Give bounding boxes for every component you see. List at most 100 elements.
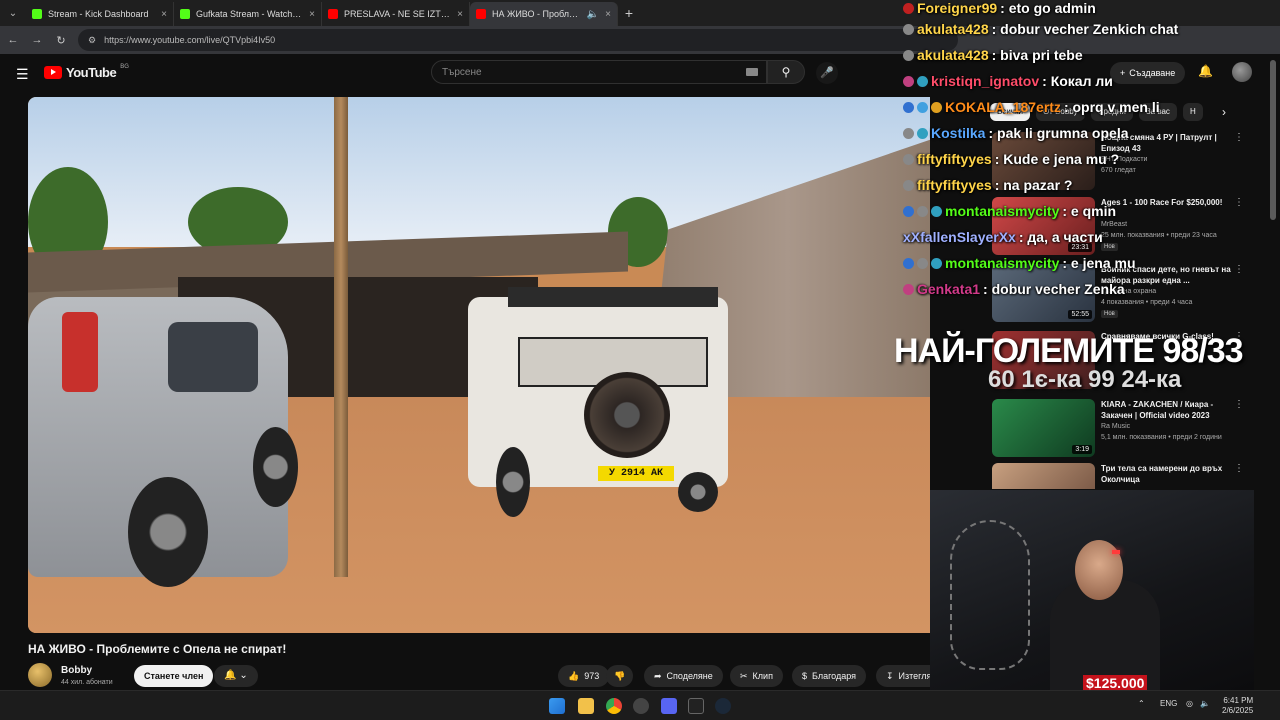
- chevron-right-icon[interactable]: ›: [1222, 105, 1226, 119]
- chat-badge-icon: [903, 283, 914, 295]
- chat-username: akulata428: [917, 21, 989, 37]
- webcam-red-light: [1112, 550, 1120, 554]
- start-menu-icon[interactable]: [549, 698, 565, 714]
- tab-title: НА ЖИВО - Проблемите с: [492, 9, 581, 19]
- recommendation-channel[interactable]: Ra Music: [1101, 423, 1130, 430]
- video-roof-rack: [508, 287, 718, 307]
- new-tab-button[interactable]: +: [618, 5, 640, 21]
- chat-badge-icon: [917, 257, 928, 269]
- share-button[interactable]: ➦ Споделяне: [644, 665, 723, 687]
- video-title: НА ЖИВО - Проблемите с Опела не спират!: [28, 642, 287, 656]
- youtube-wordmark: YouTube: [66, 65, 117, 80]
- recommendation-item[interactable]: 3:19 KIARA - ZAKACHEN / Киара - Закачен …: [992, 399, 1244, 459]
- recommendation-title[interactable]: Ages 1 - 100 Race For $250,000!: [1101, 197, 1231, 208]
- youtube-favicon-icon: [328, 9, 338, 19]
- channel-name[interactable]: Bobby: [61, 665, 92, 676]
- thumbs-up-icon: 👍: [568, 671, 580, 681]
- chat-badge-icon: [917, 75, 928, 87]
- clip-button[interactable]: ✂ Клип: [730, 665, 783, 687]
- recommendation-thumbnail[interactable]: [992, 463, 1095, 489]
- network-icon[interactable]: ◎: [1186, 699, 1193, 708]
- search-input[interactable]: Търсене: [431, 60, 767, 84]
- recommendation-thumbnail[interactable]: 3:19: [992, 399, 1095, 457]
- close-tab-icon[interactable]: ×: [605, 9, 611, 20]
- like-button[interactable]: 👍 973: [558, 665, 610, 687]
- close-tab-icon[interactable]: ×: [309, 9, 315, 20]
- site-info-icon[interactable]: ⚙: [88, 35, 96, 46]
- obs-icon[interactable]: [633, 698, 649, 714]
- forward-icon[interactable]: →: [30, 34, 44, 46]
- license-plate: У 2914 АК: [598, 466, 674, 481]
- chat-message: kristiqn_ignatov: Кокал ли: [903, 69, 1113, 93]
- recommendation-title[interactable]: Три тела са намерени до връх Околчица: [1101, 463, 1231, 485]
- tab-title: Gufkata Stream - Watch Live o: [196, 9, 303, 19]
- recommendation-item[interactable]: Три тела са намерени до връх Околчица ⋮: [992, 463, 1244, 489]
- chat-username: fiftyfiftyyes: [917, 177, 992, 193]
- new-badge: Нов: [1101, 310, 1118, 318]
- chat-message: fiftyfiftyyes: na pazar ?: [903, 173, 1072, 197]
- video-car-tire: [128, 477, 208, 587]
- duration-badge: 3:19: [1072, 445, 1092, 454]
- chat-text: : eto go admin: [1000, 0, 1096, 16]
- recommendation-title[interactable]: KIARA - ZAKACHEN / Киара - Закачен | Off…: [1101, 399, 1231, 421]
- steam-icon[interactable]: [715, 698, 731, 714]
- channel-avatar[interactable]: [28, 663, 52, 687]
- chat-text: : да, а части: [1018, 229, 1103, 245]
- taskbar-clock[interactable]: 6:41 PM 2/6/2025: [1222, 696, 1253, 716]
- tab-gufkata-stream[interactable]: Gufkata Stream - Watch Live o ×: [174, 2, 322, 26]
- chat-message: KOKALA_187ertz: oprq v men li: [903, 95, 1160, 119]
- more-vert-icon[interactable]: ⋮: [1234, 197, 1244, 208]
- video-wooden-pole: [334, 97, 348, 577]
- subscription-bell-button[interactable]: 🔔 ⌄: [214, 665, 258, 687]
- tab-active-live[interactable]: НА ЖИВО - Проблемите с 🔈 ×: [470, 2, 618, 26]
- tab-preslava[interactable]: PRESLAVA - NE SE IZTRIVASH / ×: [322, 2, 470, 26]
- more-vert-icon[interactable]: ⋮: [1234, 132, 1244, 143]
- tray-chevron-icon[interactable]: ⌃: [1138, 699, 1145, 708]
- account-avatar[interactable]: [1232, 62, 1252, 82]
- reload-icon[interactable]: ↻: [54, 34, 68, 47]
- chat-badge-icon: [903, 101, 914, 113]
- close-tab-icon[interactable]: ×: [457, 9, 463, 20]
- share-label: Споделяне: [666, 671, 713, 681]
- thanks-button[interactable]: $ Благодаря: [792, 665, 867, 687]
- url-field[interactable]: ⚙ https://www.youtube.com/live/QTVpbi4Iv…: [78, 29, 958, 51]
- keyboard-language[interactable]: ENG: [1160, 699, 1177, 708]
- voice-search-icon[interactable]: 🎤: [816, 62, 838, 84]
- join-button[interactable]: Станете член: [134, 665, 214, 687]
- kick-favicon-icon: [32, 9, 42, 19]
- url-text: https://www.youtube.com/live/QTVpbi4Iv50: [104, 35, 276, 45]
- chat-text: : e jena mu: [1062, 255, 1136, 271]
- tab-list-menu-icon[interactable]: ⌄: [0, 0, 26, 26]
- close-tab-icon[interactable]: ×: [161, 9, 167, 20]
- discord-icon[interactable]: [661, 698, 677, 714]
- more-vert-icon[interactable]: ⋮: [1234, 463, 1244, 474]
- more-vert-icon[interactable]: ⋮: [1234, 399, 1244, 410]
- menu-icon[interactable]: ☰: [16, 66, 29, 83]
- chip-more[interactable]: Н: [1182, 103, 1203, 121]
- video-suv-tire: [678, 472, 718, 512]
- back-icon[interactable]: ←: [6, 34, 20, 46]
- chat-badge-icon: [903, 2, 914, 14]
- dislike-button[interactable]: 👎: [606, 665, 634, 687]
- search-button[interactable]: ⚲: [767, 60, 805, 84]
- scissors-icon: ✂: [740, 671, 748, 681]
- file-explorer-icon[interactable]: [578, 698, 594, 714]
- chrome-icon[interactable]: [606, 698, 622, 714]
- youtube-logo[interactable]: YouTube BG: [44, 64, 129, 80]
- create-button[interactable]: + Създаване: [1110, 62, 1186, 84]
- scrollbar-thumb[interactable]: [1270, 60, 1276, 220]
- volume-icon[interactable]: 🔈: [1200, 699, 1210, 708]
- more-vert-icon[interactable]: ⋮: [1234, 264, 1244, 275]
- chat-text: : Kude e jena mu ?: [994, 151, 1120, 167]
- terminal-icon[interactable]: [688, 698, 704, 714]
- mute-tab-icon[interactable]: 🔈: [587, 9, 599, 20]
- webcam-streamer-head: [1075, 540, 1123, 600]
- video-car-window: [168, 322, 258, 392]
- notifications-bell-icon[interactable]: 🔔: [1198, 64, 1213, 78]
- chat-badge-icon: [903, 205, 914, 217]
- tab-kick-dashboard[interactable]: Stream - Kick Dashboard ×: [26, 2, 174, 26]
- keyboard-icon[interactable]: [746, 68, 758, 76]
- kick-favicon-icon: [180, 9, 190, 19]
- chat-username: fiftyfiftyyes: [917, 151, 992, 167]
- video-player[interactable]: У 2914 АК: [28, 97, 930, 633]
